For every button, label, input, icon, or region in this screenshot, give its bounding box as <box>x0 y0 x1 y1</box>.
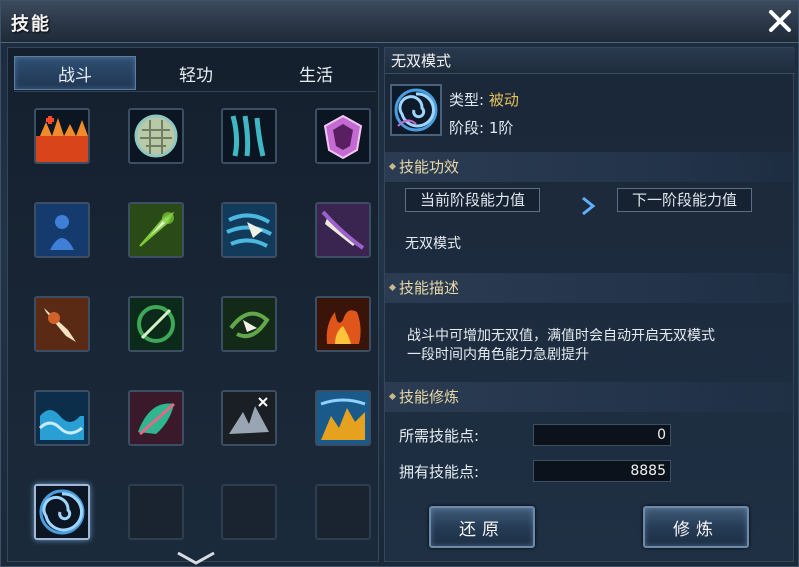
skill-slot[interactable] <box>221 390 277 446</box>
skill-slot-empty[interactable] <box>315 484 371 540</box>
desc-line-1: 战斗中可增加无双值，满值时会自动开启无双模式 <box>407 328 715 344</box>
skill-slot[interactable] <box>221 108 277 164</box>
desc-line-2: 一段时间内角色能力急剧提升 <box>407 347 589 363</box>
stage-label: 阶段: <box>449 119 485 137</box>
chevron-right-icon <box>582 196 596 216</box>
skill-slot[interactable] <box>34 390 90 446</box>
window-title: 技能 <box>11 14 51 35</box>
spirit-claw-icon <box>223 110 275 162</box>
train-button[interactable]: 修炼 <box>643 506 749 548</box>
effect-section-header: 技能功效 <box>385 152 795 182</box>
flame-burst-icon <box>36 110 88 162</box>
close-button[interactable] <box>766 7 794 35</box>
close-icon <box>769 10 791 32</box>
jade-fan-icon <box>130 392 182 444</box>
violet-shield-icon <box>317 110 369 162</box>
tab-combat[interactable]: 战斗 <box>14 56 136 90</box>
turtle-shell-icon <box>130 110 182 162</box>
skill-tabs: 战斗 轻功 生活 <box>14 56 376 90</box>
skill-slot[interactable] <box>128 296 184 352</box>
golden-peaks-icon <box>317 392 369 444</box>
skill-slot[interactable] <box>34 484 90 540</box>
green-whirl-icon <box>130 298 182 350</box>
skill-slot[interactable] <box>221 296 277 352</box>
purple-cleave-icon <box>317 204 369 256</box>
skill-type-row: 类型: 被动 <box>449 89 519 110</box>
vortex-icon <box>392 86 440 134</box>
vortex-icon <box>36 486 88 538</box>
wave-icon <box>36 392 88 444</box>
skill-slot[interactable] <box>315 108 371 164</box>
tab-lightness[interactable]: 轻功 <box>136 56 256 90</box>
inferno-icon <box>317 298 369 350</box>
skill-slot[interactable] <box>128 390 184 446</box>
steel-shards-icon <box>223 392 275 444</box>
owned-points-field: 8885 <box>533 460 671 482</box>
effect-text: 无双模式 <box>405 236 461 252</box>
skill-slot[interactable] <box>34 296 90 352</box>
restore-button[interactable]: 还原 <box>429 506 535 548</box>
skill-slot[interactable] <box>221 202 277 258</box>
skill-slot[interactable] <box>128 202 184 258</box>
next-stage-box: 下一阶段能力值 <box>617 188 753 212</box>
current-stage-box: 当前阶段能力值 <box>405 188 541 212</box>
desc-section-header: 技能描述 <box>385 273 795 303</box>
skill-slot[interactable] <box>315 390 371 446</box>
shadow-figure-icon <box>36 204 88 256</box>
skill-window: 技能 战斗 轻功 生活 无双模式 类型: 被动 阶段: 1阶 技能功效 当前阶段… <box>0 0 799 567</box>
required-points-label: 所需技能点: <box>399 427 480 445</box>
title-bar[interactable]: 技能 <box>1 1 798 43</box>
skill-slot[interactable] <box>315 296 371 352</box>
skill-stage-row: 阶段: 1阶 <box>449 117 513 138</box>
selected-skill-icon <box>390 84 442 136</box>
owned-points-label: 拥有技能点: <box>399 463 480 481</box>
tab-life[interactable]: 生活 <box>256 56 376 90</box>
skill-slot-empty[interactable] <box>128 484 184 540</box>
skill-slot-empty[interactable] <box>221 484 277 540</box>
swirl-dart-icon <box>223 298 275 350</box>
stage-value: 1阶 <box>488 119 514 137</box>
skill-name: 无双模式 <box>385 48 795 74</box>
fire-dagger-icon <box>36 298 88 350</box>
type-label: 类型: <box>449 91 485 109</box>
required-points-field: 0 <box>533 424 671 446</box>
skill-slot[interactable] <box>34 108 90 164</box>
skill-detail-panel: 无双模式 类型: 被动 阶段: 1阶 技能功效 当前阶段能力值 下一阶段能力值 … <box>384 47 795 562</box>
green-blade-icon <box>130 204 182 256</box>
skill-slot[interactable] <box>128 108 184 164</box>
tab-divider <box>14 91 376 92</box>
train-section-header: 技能修炼 <box>385 382 795 412</box>
skill-list-panel: 战斗 轻功 生活 <box>7 47 379 565</box>
type-value: 被动 <box>488 91 519 109</box>
skill-slot[interactable] <box>315 202 371 258</box>
wind-slash-icon <box>223 204 275 256</box>
skill-slot[interactable] <box>34 202 90 258</box>
scroll-down-icon[interactable] <box>176 551 216 565</box>
